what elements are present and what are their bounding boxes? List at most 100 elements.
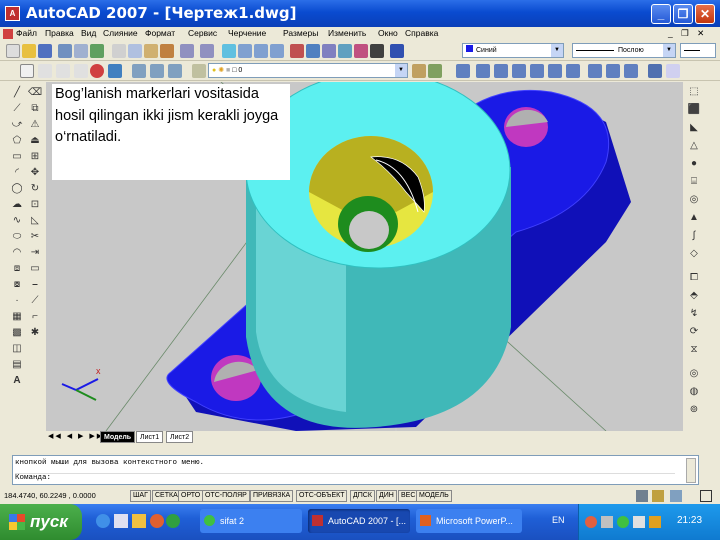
command-scrollbar[interactable] — [686, 458, 696, 483]
tray-volume-icon[interactable] — [633, 516, 645, 528]
layer-manager-icon[interactable] — [192, 64, 206, 78]
stretch-icon[interactable]: ◺ — [28, 215, 42, 227]
extrude-icon[interactable]: ⧠ — [687, 272, 701, 284]
messenger-icon[interactable] — [166, 514, 180, 528]
chamfer-icon[interactable]: ⟋ — [28, 295, 42, 307]
dynamic-input-toggle[interactable]: ДИН — [376, 490, 397, 502]
make-block-icon[interactable]: ⧇ — [10, 279, 24, 291]
copy-object-icon[interactable]: ⧉ — [28, 103, 42, 115]
line-icon[interactable]: ╱ — [10, 87, 24, 99]
view-ne-iso-icon[interactable] — [606, 64, 620, 78]
menu-modify[interactable]: Изменить — [328, 28, 366, 38]
markup-icon[interactable] — [354, 44, 368, 58]
app-icon[interactable]: A — [5, 6, 20, 21]
trim-icon[interactable]: ✂ — [28, 231, 42, 243]
box-solid-icon[interactable]: ⬛ — [687, 104, 701, 116]
linetype-dropdown[interactable]: Послою ▼ — [572, 43, 676, 58]
polysolid-icon[interactable]: ⬚ — [687, 86, 701, 98]
wedge-solid-icon[interactable]: ◣ — [687, 122, 701, 134]
match-properties-icon[interactable] — [160, 44, 174, 58]
orbit-icon[interactable] — [132, 64, 146, 78]
shade-icon[interactable] — [108, 64, 122, 78]
help-icon[interactable] — [390, 44, 404, 58]
redo-icon[interactable] — [200, 44, 214, 58]
view-bottom-icon[interactable] — [476, 64, 490, 78]
rectangle-icon[interactable]: ▭ — [10, 151, 24, 163]
print-icon[interactable] — [58, 44, 72, 58]
task-powerpoint[interactable]: Microsoft PowerP... — [416, 509, 522, 533]
menu-merge[interactable]: Слияние — [103, 28, 138, 38]
menu-help[interactable]: Справка — [405, 28, 438, 38]
circle-icon[interactable]: ◯ — [10, 183, 24, 195]
model-space-toggle[interactable]: МОДЕЛЬ — [416, 490, 452, 502]
ortho-toggle[interactable]: ОРТО — [178, 490, 204, 502]
menu-format[interactable]: Формат — [145, 28, 175, 38]
close-button[interactable]: ✕ — [695, 4, 715, 24]
publish-icon[interactable] — [90, 44, 104, 58]
new-icon[interactable] — [6, 44, 20, 58]
tray-warning-icon[interactable] — [649, 516, 661, 528]
chevron-down-icon[interactable]: ▼ — [663, 44, 675, 57]
chevron-down-icon[interactable]: ▼ — [551, 44, 563, 57]
view-top-icon[interactable] — [456, 64, 470, 78]
sphere-solid-icon[interactable]: ● — [687, 158, 701, 170]
array-icon[interactable]: ⊞ — [28, 151, 42, 163]
undo-icon[interactable] — [180, 44, 194, 58]
union-icon[interactable]: ◎ — [687, 368, 701, 380]
insert-block-icon[interactable]: ⧈ — [10, 263, 24, 275]
tab-model[interactable]: Модель — [100, 431, 136, 443]
explorer-icon[interactable] — [132, 514, 146, 528]
open-icon[interactable] — [22, 44, 36, 58]
grid-toggle[interactable]: СЕТКА — [152, 490, 181, 502]
pyramid-icon[interactable]: ▲ — [687, 212, 701, 224]
presspull-icon[interactable]: ⬘ — [687, 290, 701, 302]
tray-shield-icon[interactable] — [585, 516, 597, 528]
view-left-icon[interactable] — [494, 64, 508, 78]
sphere-icon[interactable] — [74, 64, 88, 78]
start-button[interactable]: пуск — [0, 504, 82, 540]
menu-file[interactable]: Файл — [16, 28, 37, 38]
view-nw-iso-icon[interactable] — [624, 64, 638, 78]
minimize-button[interactable]: _ — [651, 4, 671, 24]
paste-icon[interactable] — [144, 44, 158, 58]
command-prompt[interactable]: Команда: — [15, 473, 675, 482]
drawing-viewport[interactable]: x Bog’lanish markerlari vositasida hosil… — [46, 82, 683, 431]
polyline-icon[interactable]: ⤻ — [10, 119, 24, 131]
camera-icon[interactable] — [150, 64, 164, 78]
hatch-icon[interactable]: ▦ — [10, 311, 24, 323]
wedge-icon[interactable] — [56, 64, 70, 78]
rotate-icon[interactable]: ↻ — [28, 183, 42, 195]
calculator-icon[interactable] — [370, 44, 384, 58]
revision-cloud-icon[interactable]: ☁ — [10, 199, 24, 211]
coordinate-display[interactable]: 184.4740, 60.2249 , 0.0000 — [4, 491, 96, 500]
chevron-down-icon[interactable]: ▼ — [395, 64, 407, 77]
planar-surface-icon[interactable]: ◇ — [687, 248, 701, 260]
make-current-layer-icon[interactable] — [412, 64, 426, 78]
offset-icon[interactable]: ⏏ — [28, 135, 42, 147]
explode-icon[interactable]: ✱ — [28, 327, 42, 339]
design-center-icon[interactable] — [306, 44, 320, 58]
torus-icon[interactable]: ◎ — [687, 194, 701, 206]
zoom-previous-icon[interactable] — [270, 44, 284, 58]
task-sifat2[interactable]: sifat 2 — [200, 509, 302, 533]
title-bar[interactable]: A AutoCAD 2007 - [Чертеж1.dwg] _ ❐ ✕ — [0, 0, 720, 27]
zoom-realtime-icon[interactable] — [238, 44, 252, 58]
polygon-icon[interactable]: ⬠ — [10, 135, 24, 147]
copy-icon[interactable] — [128, 44, 142, 58]
cut-icon[interactable] — [112, 44, 126, 58]
render-icon[interactable] — [90, 64, 104, 78]
erase-icon[interactable]: ⌫ — [28, 87, 42, 99]
named-views-icon[interactable] — [666, 64, 680, 78]
helix-icon[interactable]: ∫ — [687, 230, 701, 242]
camera-view-icon[interactable] — [648, 64, 662, 78]
ellipse-arc-icon[interactable]: ◠ — [10, 247, 24, 259]
table-icon[interactable]: ▤ — [10, 359, 24, 371]
cylinder-icon[interactable]: ⌸ — [687, 176, 701, 188]
view-se-iso-icon[interactable] — [588, 64, 602, 78]
tray-antivirus-icon[interactable] — [617, 516, 629, 528]
view-right-icon[interactable] — [512, 64, 526, 78]
join-icon[interactable]: ⎯ — [28, 279, 42, 291]
tab-sheet2[interactable]: Лист2 — [166, 431, 194, 443]
communication-center-icon[interactable] — [670, 490, 682, 502]
layer-dropdown[interactable]: ● ✺ ■ □ 0 ▼ — [208, 63, 408, 78]
